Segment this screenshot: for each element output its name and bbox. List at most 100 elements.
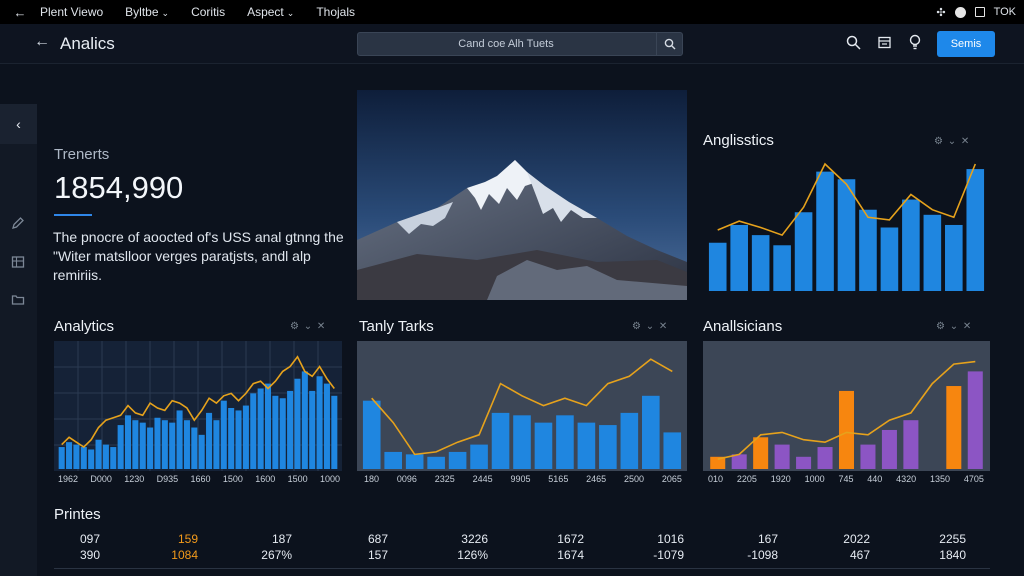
axis-tick-label: 9905: [510, 474, 531, 484]
bar: [534, 422, 553, 469]
chart-anallsicians: [703, 341, 990, 471]
bar: [880, 227, 899, 291]
arrow-left-icon[interactable]: ←: [0, 5, 40, 20]
search-icon: [664, 38, 675, 50]
bar: [946, 386, 962, 469]
bar: [751, 235, 770, 291]
menu-item-charts[interactable]: Coritis: [191, 5, 225, 19]
table-cell: 1084: [171, 548, 198, 562]
bar: [731, 454, 747, 469]
bar: [362, 400, 381, 469]
bar: [242, 405, 249, 469]
bar: [967, 371, 983, 469]
bar: [773, 245, 791, 291]
axis-tick-label: 1920: [770, 474, 791, 484]
panel-tools[interactable]: ⚙ ⌄ ✕: [290, 321, 326, 332]
list-icon[interactable]: [878, 36, 891, 49]
bulb-icon[interactable]: [908, 34, 922, 50]
search-button[interactable]: [656, 33, 682, 55]
bar: [817, 447, 833, 469]
bar: [794, 212, 813, 291]
primary-button[interactable]: Semis: [937, 31, 995, 57]
bar: [279, 398, 286, 469]
bar: [556, 415, 574, 469]
bar: [169, 422, 176, 469]
axis-tick-label: 180: [364, 474, 380, 484]
bar: [235, 410, 242, 469]
search-box: Cand coe Alh Tuets: [357, 32, 683, 56]
bar: [66, 442, 73, 469]
menu-bar: ← Plent Viewo Byltbe ⌄ Coritis Aspect ⌄ Th…: [0, 0, 1024, 24]
table-cell: 1016: [657, 532, 684, 546]
panel-tools[interactable]: ⚙ ⌄ ✕: [934, 136, 970, 147]
panel-tools[interactable]: ⚙ ⌄ ✕: [936, 321, 972, 332]
axis-tick-label: 5165: [548, 474, 569, 484]
bar: [95, 439, 102, 469]
search-icon[interactable]: [846, 35, 861, 50]
table-cell: 2022: [843, 532, 870, 546]
axis-tick-label: 1500: [287, 474, 308, 484]
bar: [213, 420, 220, 469]
bar: [902, 199, 920, 291]
menu-item-aspect-label: Aspect: [247, 5, 284, 19]
bar: [220, 400, 227, 469]
panel-title-analytics: Analytics: [54, 318, 115, 335]
chevron-left-icon[interactable]: ‹: [0, 104, 37, 144]
menu-item-aspect[interactable]: Aspect ⌄: [247, 5, 294, 19]
bar: [860, 444, 876, 469]
table-cell: 1674: [557, 548, 584, 562]
x-axis-tanly-tarks: 180 0096 2325 2445 9905 5165 2465 2500 2065: [364, 474, 682, 484]
axis-tick-label: 1660: [190, 474, 211, 484]
mountain-image: [357, 90, 687, 300]
back-arrow-icon[interactable]: ←: [34, 33, 50, 51]
edit-icon[interactable]: [11, 216, 25, 230]
table-title: Printes: [54, 506, 101, 523]
bar: [176, 410, 183, 469]
bar: [309, 390, 316, 469]
bar: [663, 432, 682, 469]
search-input[interactable]: Cand coe Alh Tuets: [358, 33, 654, 55]
bar: [577, 422, 596, 469]
axis-tick-label: D000: [90, 474, 112, 484]
menu-item-file[interactable]: Plent Viewo: [40, 5, 103, 19]
bar: [88, 449, 95, 469]
window-icon[interactable]: [974, 7, 985, 17]
x-axis-analytics: 1962 D000 1230 D935 1660 1500 1600 1500 1000: [58, 474, 340, 484]
axis-tick-label: 4320: [896, 474, 917, 484]
bar: [316, 376, 323, 469]
table-cell: 157: [367, 548, 388, 562]
axis-tick-label: 010: [708, 474, 724, 484]
axis-tick-label: 2065: [661, 474, 682, 484]
bar: [513, 415, 531, 469]
menu-item-details[interactable]: Thojals: [316, 5, 355, 19]
table-icon[interactable]: [11, 255, 25, 269]
toolbar-icons: [846, 34, 922, 50]
bar: [796, 456, 812, 469]
bar: [102, 444, 109, 469]
circle-icon[interactable]: [954, 6, 966, 18]
axis-tick-label: 1962: [58, 474, 79, 484]
table-cell: 1672: [557, 532, 584, 546]
status-area: ✣ TOK: [936, 0, 1016, 24]
bar: [183, 420, 190, 469]
menu-item-view[interactable]: Byltbe ⌄: [125, 5, 169, 19]
panel-tools[interactable]: ⚙ ⌄ ✕: [632, 321, 668, 332]
chevron-down-icon: ⌄: [161, 8, 170, 18]
app-bar: ← Analics Cand coe Alh Tuets Semis: [0, 24, 1024, 64]
bar: [294, 378, 301, 469]
folder-icon[interactable]: [11, 292, 25, 306]
bar: [250, 393, 257, 469]
trend-value: 1854,990: [54, 170, 184, 205]
bar: [331, 395, 338, 469]
bar: [599, 425, 617, 469]
puzzle-icon[interactable]: ✣: [936, 6, 945, 19]
bar: [753, 437, 769, 469]
bar: [384, 451, 403, 469]
axis-tick-label: 0096: [396, 474, 417, 484]
axis-tick-label: D935: [156, 474, 179, 484]
axis-tick-label: 745: [838, 474, 854, 484]
table-cell: 3226: [461, 532, 488, 546]
panel-title-anglisstics: Anglisstics: [703, 132, 774, 149]
table-cell: 126%: [457, 548, 488, 562]
bar: [491, 412, 510, 469]
